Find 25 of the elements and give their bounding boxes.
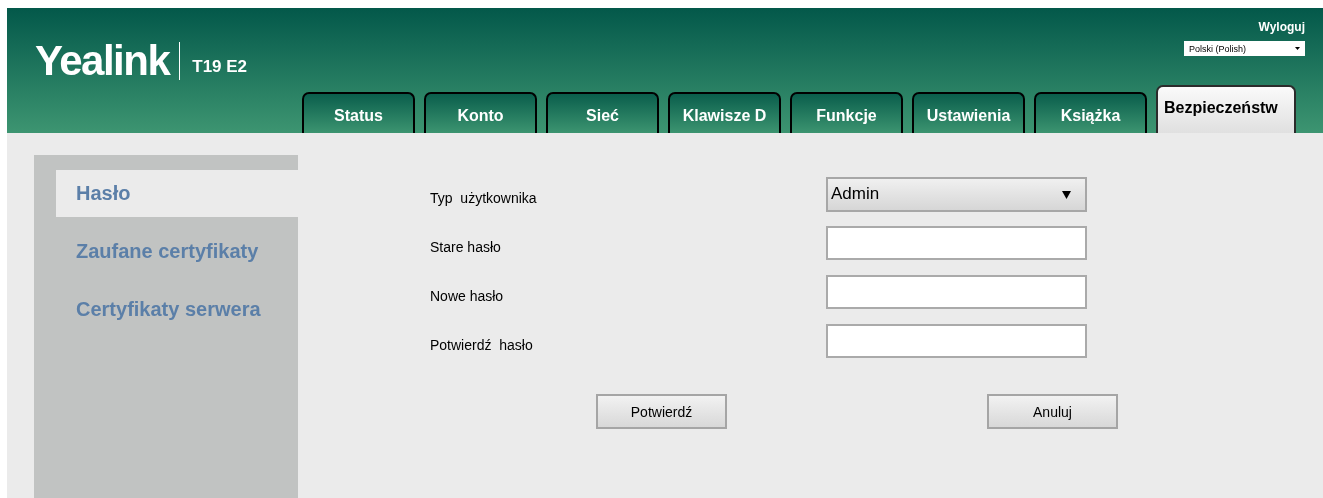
logout-link[interactable]: Wyloguj [1258,20,1305,34]
nav-tab[interactable]: Funkcje [790,92,903,133]
password-field[interactable] [826,275,1087,309]
nav-tab[interactable]: Konto [424,92,537,133]
nav-tab[interactable]: Sieć [546,92,659,133]
field-label: Nowe hasło [430,287,505,304]
password-field[interactable] [826,226,1087,260]
form-button[interactable]: Potwierdź [596,394,727,429]
nav-tab[interactable]: Bezpieczeństw [1156,85,1296,133]
nav-tab[interactable]: Ustawienia [912,92,1025,133]
nav-tab[interactable]: Status [302,92,415,133]
nav-tab[interactable]: Klawisze D [668,92,781,133]
language-select[interactable]: Polski (Polish) [1184,41,1305,56]
logo: Yealink [35,40,170,82]
caret-icon [1295,47,1300,50]
field-label: Typ użytkownika [430,189,538,206]
form-button[interactable]: Anuluj [987,394,1118,429]
model-name: T19 E2 [192,57,248,77]
caret-icon [1062,189,1071,199]
sidebar-item[interactable]: Hasło [56,170,298,217]
user-type-select[interactable]: Admin [826,176,1087,212]
password-field[interactable] [826,324,1087,358]
field-label: Potwierdź hasło [430,336,534,353]
field-label: Stare hasło [430,238,502,255]
nav-tab[interactable]: Książka [1034,92,1147,133]
